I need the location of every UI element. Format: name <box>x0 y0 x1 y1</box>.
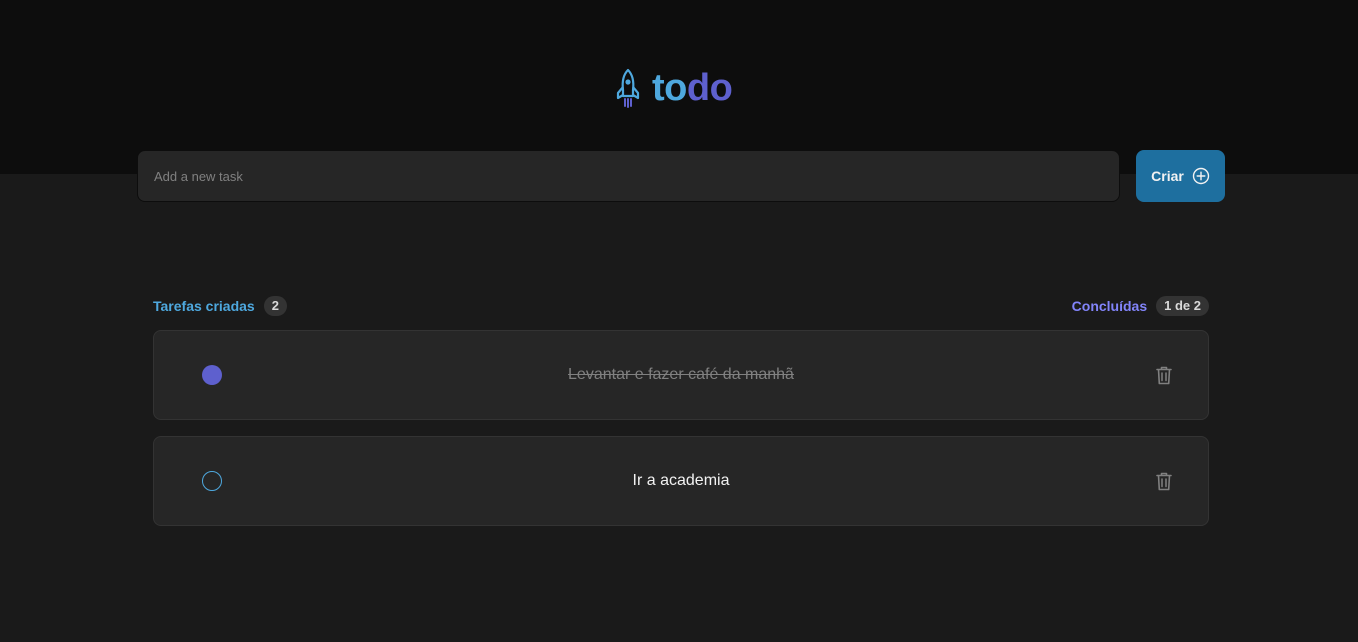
done-count-badge: 1 de 2 <box>1156 296 1209 316</box>
trash-icon <box>1156 472 1172 491</box>
plus-circle-icon <box>1192 167 1210 185</box>
header: todo <box>0 0 1358 174</box>
delete-task-button[interactable] <box>1153 364 1175 386</box>
created-count-badge: 2 <box>263 296 287 316</box>
created-counter: Tarefas criadas 2 <box>153 296 287 316</box>
task-text: Ir a academia <box>632 472 730 489</box>
delete-task-button[interactable] <box>1153 470 1175 492</box>
app-title-part1: to <box>652 67 687 109</box>
new-task-input[interactable] <box>137 150 1120 202</box>
task-text: Levantar e fazer café da manhã <box>568 366 794 383</box>
create-button-label: Criar <box>1151 168 1184 184</box>
app-title-part2: do <box>686 67 733 109</box>
task-item: Ir a academia <box>153 436 1209 526</box>
create-task-button[interactable]: Criar <box>1136 150 1225 202</box>
done-counter: Concluídas 1 de 2 <box>1072 296 1209 316</box>
logo: todo <box>615 67 733 109</box>
app-title: todo <box>652 67 733 109</box>
trash-icon <box>1156 366 1172 385</box>
task-counters: Tarefas criadas 2 Concluídas 1 de 2 <box>153 296 1209 316</box>
task-item: Levantar e fazer café da manhã <box>153 330 1209 420</box>
done-label: Concluídas <box>1071 298 1148 314</box>
created-label: Tarefas criadas <box>153 298 255 314</box>
rocket-icon <box>616 68 640 108</box>
